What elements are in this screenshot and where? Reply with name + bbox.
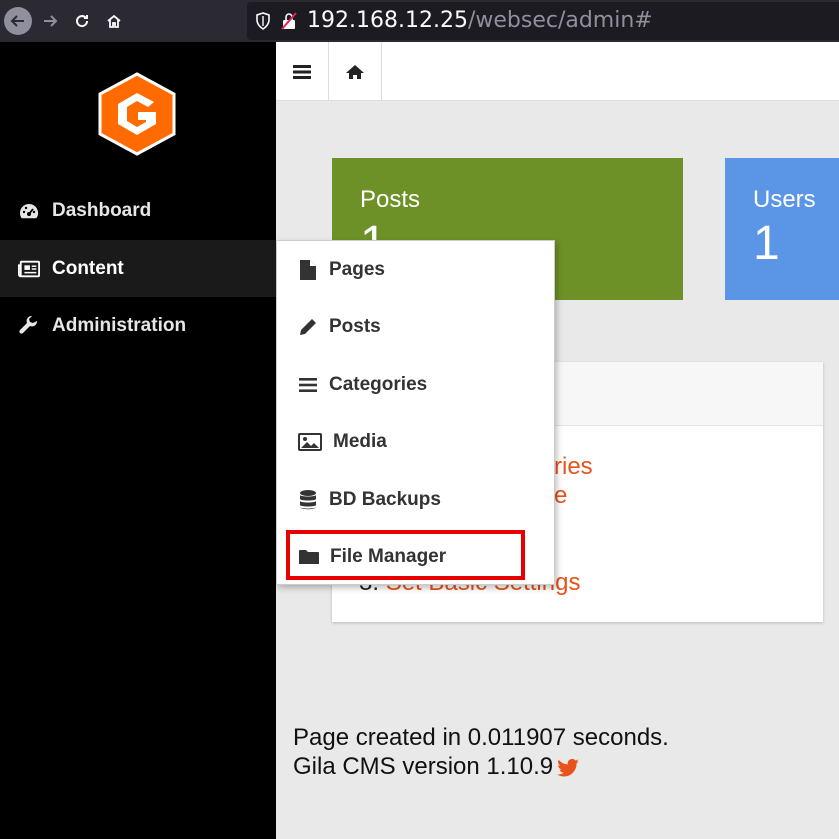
top-toolbar bbox=[276, 42, 839, 101]
users-stat-card[interactable]: Users 1 bbox=[725, 158, 839, 300]
menu-item-bd-backups[interactable]: BD Backups bbox=[277, 471, 556, 528]
menu-item-categories[interactable]: Categories bbox=[277, 356, 556, 413]
dashboard-icon bbox=[18, 200, 40, 222]
home-icon bbox=[346, 64, 364, 79]
url-host: 192.168.12.25 bbox=[307, 8, 468, 33]
url-path: /websec/admin# bbox=[467, 8, 653, 33]
version-text: Gila CMS version 1.10.9 bbox=[293, 753, 554, 780]
menu-item-pages[interactable]: Pages bbox=[277, 241, 556, 298]
arrow-left-icon bbox=[10, 15, 24, 27]
sidebar-item-dashboard[interactable]: Dashboard bbox=[0, 182, 276, 239]
footer: Page created in 0.011907 seconds. Gila C… bbox=[293, 723, 669, 781]
card-title: Users bbox=[753, 186, 816, 213]
url-text: 192.168.12.25/websec/admin# bbox=[307, 8, 653, 33]
back-button[interactable] bbox=[4, 7, 32, 35]
version-line: Gila CMS version 1.10.9 bbox=[293, 752, 669, 781]
sidebar-item-administration[interactable]: Administration bbox=[0, 297, 276, 354]
menu-toggle-button[interactable] bbox=[276, 42, 329, 101]
wrench-icon bbox=[18, 315, 40, 337]
menu-item-label: Pages bbox=[329, 258, 385, 280]
sidebar-item-content[interactable]: Content bbox=[0, 240, 276, 297]
gila-logo[interactable] bbox=[96, 72, 178, 156]
home-icon bbox=[107, 14, 121, 28]
panel-link[interactable]: e bbox=[554, 482, 567, 510]
home-link-button[interactable] bbox=[329, 42, 382, 101]
sidebar-item-label: Administration bbox=[52, 314, 187, 336]
card-value: 1 bbox=[753, 217, 780, 270]
menu-item-label: Categories bbox=[329, 373, 428, 395]
shield-icon[interactable] bbox=[255, 12, 271, 30]
newspaper-icon bbox=[18, 258, 40, 280]
twitter-icon[interactable] bbox=[557, 758, 579, 777]
sidebar-item-label: Content bbox=[52, 257, 124, 279]
insecure-lock-icon[interactable] bbox=[281, 12, 297, 30]
list-icon bbox=[298, 375, 318, 395]
card-title: Posts bbox=[360, 186, 421, 213]
menu-item-label: Media bbox=[333, 430, 387, 452]
reload-button[interactable] bbox=[68, 7, 96, 35]
page-created-text: Page created in 0.011907 seconds. bbox=[293, 724, 669, 751]
database-icon bbox=[298, 489, 318, 510]
home-button[interactable] bbox=[100, 7, 128, 35]
reload-icon bbox=[76, 15, 89, 28]
file-manager-highlight-box bbox=[286, 530, 525, 580]
sidebar-item-label: Dashboard bbox=[52, 199, 152, 221]
file-icon bbox=[298, 259, 318, 280]
menu-item-media[interactable]: Media bbox=[277, 413, 556, 470]
menu-item-label: BD Backups bbox=[329, 488, 441, 510]
menu-item-posts[interactable]: Posts bbox=[277, 298, 556, 355]
browser-toolbar: 192.168.12.25/websec/admin# bbox=[0, 0, 839, 42]
sidebar: Dashboard Content Administration bbox=[0, 42, 276, 839]
panel-link[interactable]: ries bbox=[554, 453, 593, 481]
image-icon bbox=[298, 432, 322, 452]
pencil-icon bbox=[298, 317, 318, 337]
forward-button[interactable] bbox=[36, 7, 64, 35]
menu-item-label: Posts bbox=[329, 315, 381, 337]
address-bar[interactable]: 192.168.12.25/websec/admin# bbox=[247, 2, 839, 40]
panel-link-text: e bbox=[554, 482, 568, 509]
panel-link-text: ries bbox=[554, 453, 593, 480]
arrow-right-icon bbox=[44, 15, 58, 27]
hamburger-icon bbox=[293, 64, 311, 79]
